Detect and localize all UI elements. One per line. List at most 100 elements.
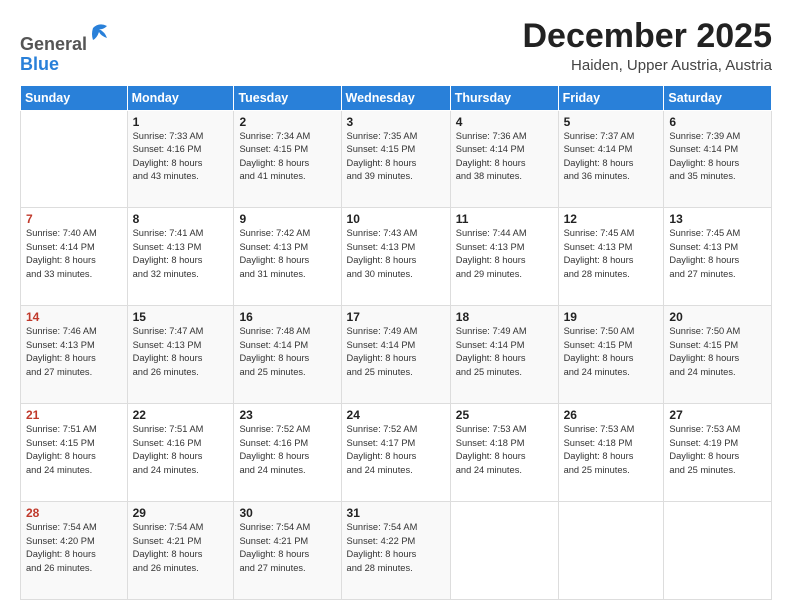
day-number: 19 <box>564 310 659 324</box>
calendar-cell: 29Sunrise: 7:54 AM Sunset: 4:21 PM Dayli… <box>127 502 234 600</box>
day-number: 24 <box>347 408 445 422</box>
col-header-monday: Monday <box>127 85 234 110</box>
calendar-week-3: 14Sunrise: 7:46 AM Sunset: 4:13 PM Dayli… <box>21 306 772 404</box>
day-number: 8 <box>133 212 229 226</box>
calendar-cell: 30Sunrise: 7:54 AM Sunset: 4:21 PM Dayli… <box>234 502 341 600</box>
day-number: 22 <box>133 408 229 422</box>
day-detail: Sunrise: 7:50 AM Sunset: 4:15 PM Dayligh… <box>564 325 659 379</box>
header: General Blue December 2025 Haiden, Upper… <box>20 18 772 75</box>
day-detail: Sunrise: 7:42 AM Sunset: 4:13 PM Dayligh… <box>239 227 335 281</box>
calendar-cell: 14Sunrise: 7:46 AM Sunset: 4:13 PM Dayli… <box>21 306 128 404</box>
day-number: 28 <box>26 506 122 520</box>
calendar-cell: 6Sunrise: 7:39 AM Sunset: 4:14 PM Daylig… <box>664 110 772 208</box>
calendar-cell: 28Sunrise: 7:54 AM Sunset: 4:20 PM Dayli… <box>21 502 128 600</box>
calendar-cell: 24Sunrise: 7:52 AM Sunset: 4:17 PM Dayli… <box>341 404 450 502</box>
day-number: 3 <box>347 115 445 129</box>
day-number: 7 <box>26 212 122 226</box>
day-detail: Sunrise: 7:41 AM Sunset: 4:13 PM Dayligh… <box>133 227 229 281</box>
logo-bird-icon <box>89 22 109 50</box>
day-detail: Sunrise: 7:49 AM Sunset: 4:14 PM Dayligh… <box>456 325 553 379</box>
calendar-week-1: 1Sunrise: 7:33 AM Sunset: 4:16 PM Daylig… <box>21 110 772 208</box>
day-number: 17 <box>347 310 445 324</box>
calendar-header-row: SundayMondayTuesdayWednesdayThursdayFrid… <box>21 85 772 110</box>
day-detail: Sunrise: 7:46 AM Sunset: 4:13 PM Dayligh… <box>26 325 122 379</box>
day-number: 5 <box>564 115 659 129</box>
calendar-cell: 2Sunrise: 7:34 AM Sunset: 4:15 PM Daylig… <box>234 110 341 208</box>
day-number: 1 <box>133 115 229 129</box>
calendar-cell: 15Sunrise: 7:47 AM Sunset: 4:13 PM Dayli… <box>127 306 234 404</box>
logo: General Blue <box>20 22 109 75</box>
calendar-cell: 22Sunrise: 7:51 AM Sunset: 4:16 PM Dayli… <box>127 404 234 502</box>
calendar-week-2: 7Sunrise: 7:40 AM Sunset: 4:14 PM Daylig… <box>21 208 772 306</box>
title-block: December 2025 Haiden, Upper Austria, Aus… <box>522 18 772 74</box>
col-header-wednesday: Wednesday <box>341 85 450 110</box>
calendar-cell: 1Sunrise: 7:33 AM Sunset: 4:16 PM Daylig… <box>127 110 234 208</box>
calendar-week-5: 28Sunrise: 7:54 AM Sunset: 4:20 PM Dayli… <box>21 502 772 600</box>
day-number: 18 <box>456 310 553 324</box>
calendar-cell <box>450 502 558 600</box>
day-number: 15 <box>133 310 229 324</box>
day-detail: Sunrise: 7:51 AM Sunset: 4:16 PM Dayligh… <box>133 423 229 477</box>
day-number: 25 <box>456 408 553 422</box>
day-detail: Sunrise: 7:45 AM Sunset: 4:13 PM Dayligh… <box>669 227 766 281</box>
day-number: 6 <box>669 115 766 129</box>
calendar: SundayMondayTuesdayWednesdayThursdayFrid… <box>20 85 772 600</box>
calendar-cell <box>558 502 664 600</box>
col-header-saturday: Saturday <box>664 85 772 110</box>
calendar-cell: 31Sunrise: 7:54 AM Sunset: 4:22 PM Dayli… <box>341 502 450 600</box>
day-number: 16 <box>239 310 335 324</box>
day-detail: Sunrise: 7:53 AM Sunset: 4:18 PM Dayligh… <box>564 423 659 477</box>
day-detail: Sunrise: 7:37 AM Sunset: 4:14 PM Dayligh… <box>564 130 659 184</box>
calendar-cell: 27Sunrise: 7:53 AM Sunset: 4:19 PM Dayli… <box>664 404 772 502</box>
calendar-cell: 16Sunrise: 7:48 AM Sunset: 4:14 PM Dayli… <box>234 306 341 404</box>
day-number: 11 <box>456 212 553 226</box>
calendar-cell: 17Sunrise: 7:49 AM Sunset: 4:14 PM Dayli… <box>341 306 450 404</box>
day-detail: Sunrise: 7:50 AM Sunset: 4:15 PM Dayligh… <box>669 325 766 379</box>
calendar-cell: 8Sunrise: 7:41 AM Sunset: 4:13 PM Daylig… <box>127 208 234 306</box>
day-detail: Sunrise: 7:34 AM Sunset: 4:15 PM Dayligh… <box>239 130 335 184</box>
day-detail: Sunrise: 7:54 AM Sunset: 4:21 PM Dayligh… <box>239 521 335 575</box>
day-detail: Sunrise: 7:49 AM Sunset: 4:14 PM Dayligh… <box>347 325 445 379</box>
day-number: 23 <box>239 408 335 422</box>
calendar-cell: 13Sunrise: 7:45 AM Sunset: 4:13 PM Dayli… <box>664 208 772 306</box>
calendar-cell: 7Sunrise: 7:40 AM Sunset: 4:14 PM Daylig… <box>21 208 128 306</box>
calendar-cell: 9Sunrise: 7:42 AM Sunset: 4:13 PM Daylig… <box>234 208 341 306</box>
day-number: 2 <box>239 115 335 129</box>
day-detail: Sunrise: 7:54 AM Sunset: 4:20 PM Dayligh… <box>26 521 122 575</box>
day-detail: Sunrise: 7:53 AM Sunset: 4:18 PM Dayligh… <box>456 423 553 477</box>
day-detail: Sunrise: 7:43 AM Sunset: 4:13 PM Dayligh… <box>347 227 445 281</box>
day-detail: Sunrise: 7:51 AM Sunset: 4:15 PM Dayligh… <box>26 423 122 477</box>
page: General Blue December 2025 Haiden, Upper… <box>0 0 792 612</box>
calendar-cell: 26Sunrise: 7:53 AM Sunset: 4:18 PM Dayli… <box>558 404 664 502</box>
calendar-cell: 20Sunrise: 7:50 AM Sunset: 4:15 PM Dayli… <box>664 306 772 404</box>
day-detail: Sunrise: 7:39 AM Sunset: 4:14 PM Dayligh… <box>669 130 766 184</box>
calendar-cell <box>664 502 772 600</box>
day-detail: Sunrise: 7:40 AM Sunset: 4:14 PM Dayligh… <box>26 227 122 281</box>
calendar-cell: 4Sunrise: 7:36 AM Sunset: 4:14 PM Daylig… <box>450 110 558 208</box>
calendar-cell: 11Sunrise: 7:44 AM Sunset: 4:13 PM Dayli… <box>450 208 558 306</box>
day-detail: Sunrise: 7:52 AM Sunset: 4:17 PM Dayligh… <box>347 423 445 477</box>
calendar-cell: 3Sunrise: 7:35 AM Sunset: 4:15 PM Daylig… <box>341 110 450 208</box>
day-detail: Sunrise: 7:52 AM Sunset: 4:16 PM Dayligh… <box>239 423 335 477</box>
calendar-cell <box>21 110 128 208</box>
calendar-cell: 5Sunrise: 7:37 AM Sunset: 4:14 PM Daylig… <box>558 110 664 208</box>
calendar-cell: 18Sunrise: 7:49 AM Sunset: 4:14 PM Dayli… <box>450 306 558 404</box>
day-detail: Sunrise: 7:45 AM Sunset: 4:13 PM Dayligh… <box>564 227 659 281</box>
day-number: 26 <box>564 408 659 422</box>
day-detail: Sunrise: 7:44 AM Sunset: 4:13 PM Dayligh… <box>456 227 553 281</box>
col-header-tuesday: Tuesday <box>234 85 341 110</box>
month-year: December 2025 <box>522 18 772 55</box>
day-number: 10 <box>347 212 445 226</box>
day-number: 30 <box>239 506 335 520</box>
day-number: 12 <box>564 212 659 226</box>
day-number: 31 <box>347 506 445 520</box>
day-number: 20 <box>669 310 766 324</box>
day-number: 4 <box>456 115 553 129</box>
location: Haiden, Upper Austria, Austria <box>522 57 772 74</box>
col-header-sunday: Sunday <box>21 85 128 110</box>
calendar-cell: 10Sunrise: 7:43 AM Sunset: 4:13 PM Dayli… <box>341 208 450 306</box>
day-detail: Sunrise: 7:48 AM Sunset: 4:14 PM Dayligh… <box>239 325 335 379</box>
day-detail: Sunrise: 7:54 AM Sunset: 4:21 PM Dayligh… <box>133 521 229 575</box>
calendar-cell: 12Sunrise: 7:45 AM Sunset: 4:13 PM Dayli… <box>558 208 664 306</box>
logo-blue: Blue <box>20 54 59 74</box>
